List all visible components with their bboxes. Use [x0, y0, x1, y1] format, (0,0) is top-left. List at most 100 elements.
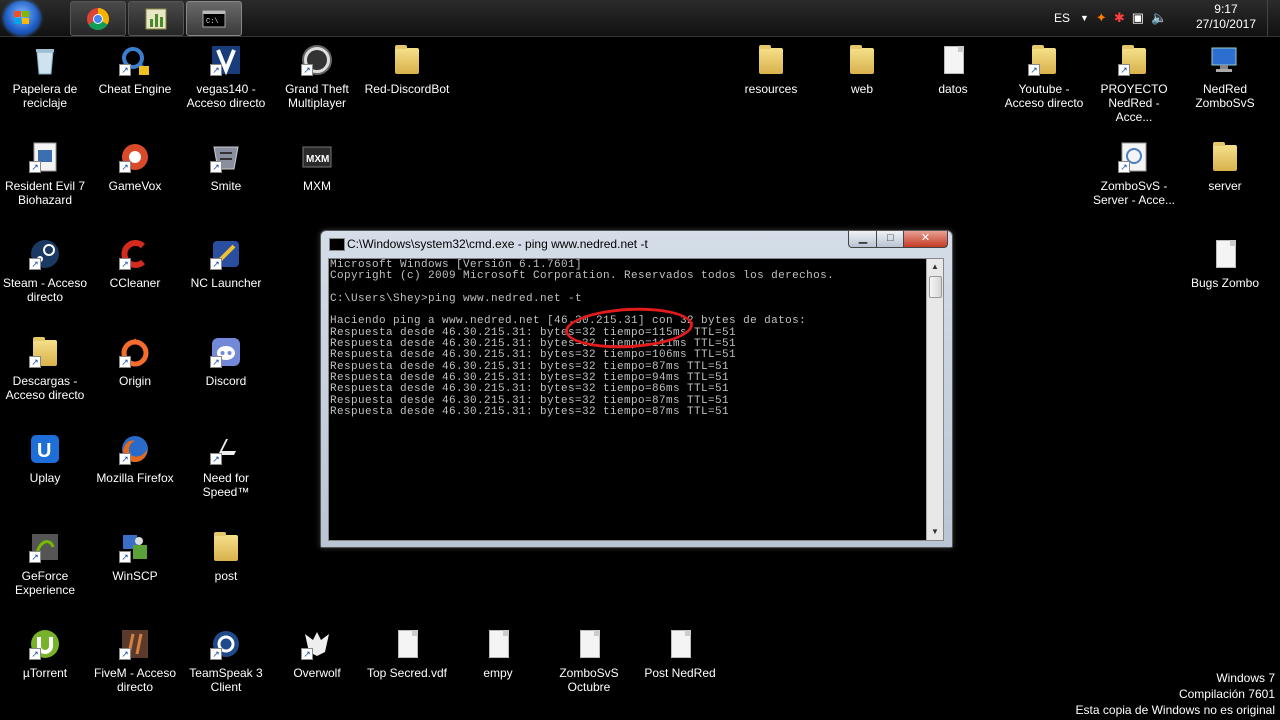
desktop-icon-proyecto-nedred[interactable]: ↗ PROYECTO NedRed - Acce...	[1089, 44, 1179, 124]
firefox-icon: ↗	[119, 433, 151, 465]
desktop-icon-nc-launcher[interactable]: ↗ NC Launcher	[181, 238, 271, 290]
cmd-line: Respuesta desde 46.30.215.31: bytes=32 t…	[330, 394, 730, 407]
desktop-icon-descargas[interactable]: ↗ Descargas - Acceso directo	[0, 336, 90, 402]
taskbar-chrome-button[interactable]	[70, 1, 126, 36]
cmd-window[interactable]: C:\Windows\system32\cmd.exe - ping www.n…	[320, 230, 953, 548]
desktop-icon-discord[interactable]: ↗ Discord	[181, 336, 271, 388]
watermark-notice: Esta copia de Windows no es original	[1075, 703, 1275, 717]
watermark-os: Windows 7	[1216, 671, 1275, 685]
smite-icon: ↗	[210, 141, 242, 173]
scroll-thumb[interactable]	[929, 276, 942, 298]
desktop-icon-red-discordbot[interactable]: Red-DiscordBot	[362, 44, 452, 96]
shortcut-arrow-icon: ↗	[29, 161, 41, 173]
shortcut-arrow-icon: ↗	[301, 64, 313, 76]
geforce-icon: ↗	[29, 531, 61, 563]
volume-icon[interactable]: 🔈	[1151, 10, 1167, 26]
shortcut-arrow-icon: ↗	[210, 64, 222, 76]
svg-text:C:\: C:\	[206, 18, 219, 26]
system-tray: ▼ ✦ ✱ ▣ 🔈	[1080, 0, 1167, 36]
desktop-icon-recycle-bin[interactable]: Papelera de reciclaje	[0, 44, 90, 110]
desktop-icon-firefox[interactable]: ↗ Mozilla Firefox	[90, 433, 180, 485]
desktop-icon-youtube[interactable]: ↗ Youtube - Acceso directo	[999, 44, 1089, 110]
shortcut-arrow-icon: ↗	[119, 356, 131, 368]
desktop-icon-origin[interactable]: ↗ Origin	[90, 336, 180, 388]
folder-icon: ↗	[1028, 44, 1060, 76]
shortcut-arrow-icon: ↗	[119, 648, 131, 660]
avast-icon[interactable]: ✦	[1096, 10, 1107, 26]
windows-logo-icon	[14, 11, 30, 25]
ccleaner-icon: ↗	[119, 238, 151, 270]
shortcut-arrow-icon: ↗	[1118, 161, 1130, 173]
desktop-icon-smite[interactable]: ↗ Smite	[181, 141, 271, 193]
desktop-icon-mxm[interactable]: MXM MXM	[272, 141, 362, 193]
desktop-icon-bugs-zombo[interactable]: Bugs Zombo	[1180, 238, 1270, 290]
shortcut-arrow-icon: ↗	[119, 161, 131, 173]
shortcut-arrow-icon: ↗	[29, 258, 41, 270]
desktop-icon-winscp[interactable]: ↗ WinSCP	[90, 531, 180, 583]
desktop-icon-gtmp[interactable]: ↗ Grand Theft Multiplayer	[272, 44, 362, 110]
teamspeak-icon: ↗	[210, 628, 242, 660]
scroll-up-icon[interactable]: ▲	[927, 259, 943, 275]
shortcut-arrow-icon: ↗	[210, 356, 222, 368]
desktop-icon-nedred-zombosvs[interactable]: NedRed ZomboSvS	[1180, 44, 1270, 110]
desktop-icon-top-secred[interactable]: Top Secred.vdf	[362, 628, 452, 680]
desktop-icon-steam[interactable]: ↗ Steam - Acceso directo	[0, 238, 90, 304]
svg-text:U: U	[37, 440, 51, 462]
folder-icon	[755, 44, 787, 76]
scroll-down-icon[interactable]: ▼	[927, 524, 943, 540]
desktop-icon-web[interactable]: web	[817, 44, 907, 96]
watermark-build: Compilación 7601	[1178, 687, 1275, 701]
discord-icon: ↗	[210, 336, 242, 368]
shortcut-arrow-icon: ↗	[119, 258, 131, 270]
desktop-icon-geforce[interactable]: ↗ GeForce Experience	[0, 531, 90, 597]
desktop-icon-ccleaner[interactable]: ↗ CCleaner	[90, 238, 180, 290]
minimize-button[interactable]: ▁	[848, 231, 878, 248]
desktop-icon-need-for-speed[interactable]: ↗ Need for Speed™	[181, 433, 271, 499]
cmd-window-title: C:\Windows\system32\cmd.exe - ping www.n…	[347, 237, 648, 251]
display-icon[interactable]: ▣	[1132, 10, 1144, 26]
folder-icon	[846, 44, 878, 76]
desktop-icon-resources[interactable]: resources	[726, 44, 816, 96]
maximize-button[interactable]: □	[876, 231, 905, 248]
desktop-icon-empy[interactable]: empy	[453, 628, 543, 680]
cmd-line: Respuesta desde 46.30.215.31: bytes=32 t…	[330, 360, 730, 373]
cmd-console[interactable]: Microsoft Windows [Versión 6.1.7601] Cop…	[328, 258, 944, 541]
clock[interactable]: 9:17 27/10/2017	[1196, 2, 1256, 32]
desktop-icon-cheat-engine[interactable]: ↗ Cheat Engine	[90, 44, 180, 96]
steam-icon: ↗	[29, 238, 61, 270]
desktop-icon-resident-evil-7[interactable]: ↗ Resident Evil 7 Biohazard	[0, 141, 90, 207]
tray-expand-icon[interactable]: ▼	[1080, 13, 1089, 23]
language-indicator[interactable]: ES	[1054, 0, 1070, 36]
recycle-bin-icon	[29, 44, 61, 76]
utorrent-icon: ↗	[29, 628, 61, 660]
folder-icon	[391, 44, 423, 76]
desktop-icon-gamevox[interactable]: ↗ GameVox	[90, 141, 180, 193]
taskbar-app-button[interactable]	[128, 1, 184, 36]
desktop-icon-utorrent[interactable]: ↗ µTorrent	[0, 628, 90, 680]
shortcut-arrow-icon: ↗	[210, 453, 222, 465]
desktop-icon-post[interactable]: post	[181, 531, 271, 583]
desktop-icon-post-nedred[interactable]: Post NedRed	[635, 628, 725, 680]
desktop-icon-zombosvs-octubre[interactable]: ZomboSvS Octubre	[544, 628, 634, 694]
taskbar-cmd-button[interactable]: C:\	[186, 1, 242, 36]
network-warning-icon[interactable]: ✱	[1114, 10, 1125, 26]
desktop-icon-vegas[interactable]: ↗ vegas140 - Acceso directo	[181, 44, 271, 110]
folder-icon	[1209, 141, 1241, 173]
desktop-icon-overwolf[interactable]: ↗ Overwolf	[272, 628, 362, 680]
desktop-icon-uplay[interactable]: U Uplay	[0, 433, 90, 485]
desktop-icon-datos[interactable]: datos	[908, 44, 998, 96]
vertical-scrollbar[interactable]: ▲ ▼	[926, 259, 943, 540]
overwolf-icon: ↗	[301, 628, 333, 660]
network-computer-icon	[1209, 44, 1241, 76]
desktop-icon-server[interactable]: server	[1180, 141, 1270, 193]
document-icon: ↗	[1118, 141, 1150, 173]
start-button[interactable]	[4, 1, 40, 35]
cmd-icon: C:\	[202, 7, 226, 31]
close-button[interactable]: ✕	[903, 231, 948, 248]
desktop-icon-teamspeak[interactable]: ↗ TeamSpeak 3 Client	[181, 628, 271, 694]
show-desktop-button[interactable]	[1267, 0, 1280, 36]
shortcut-arrow-icon: ↗	[1118, 64, 1130, 76]
desktop-icon-fivem[interactable]: ↗ FiveM - Acceso directo	[90, 628, 180, 694]
desktop-icon-zombosvs-server[interactable]: ↗ ZomboSvS - Server - Acce...	[1089, 141, 1179, 207]
cmd-line: Copyright (c) 2009 Microsoft Corporation…	[330, 270, 835, 283]
